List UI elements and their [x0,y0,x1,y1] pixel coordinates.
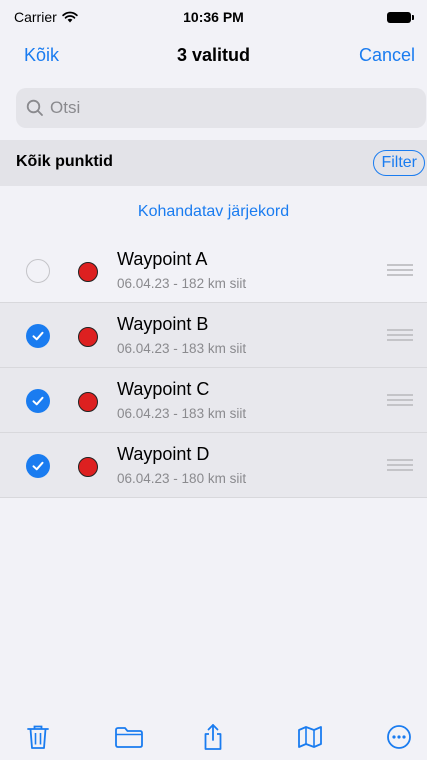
share-icon [204,724,222,750]
list-item[interactable]: Waypoint C 06.04.23 - 183 km siit [0,368,427,433]
search-icon [26,99,43,116]
show-on-map-button[interactable] [295,722,325,752]
more-button[interactable] [384,722,414,752]
waypoint-color-dot [78,262,98,282]
waypoint-subtitle: 06.04.23 - 183 km siit [117,341,247,356]
waypoint-subtitle: 06.04.23 - 182 km siit [117,276,247,291]
waypoint-name: Waypoint A [117,249,208,269]
drag-handle-icon[interactable] [387,329,413,341]
selection-circle-icon[interactable] [26,259,50,283]
waypoint-list: Waypoint A 06.04.23 - 182 km siit Waypoi… [0,238,427,498]
list-item[interactable]: Waypoint D 06.04.23 - 180 km siit [0,433,427,498]
waypoint-name: Waypoint B [117,314,209,334]
map-icon [298,726,322,748]
folder-icon [115,727,143,748]
move-to-folder-button[interactable] [114,722,144,752]
drag-handle-icon[interactable] [387,394,413,406]
more-icon [387,725,411,749]
search-input[interactable] [50,98,410,118]
nav-bar: Kõik 3 valitud Cancel [0,40,427,76]
status-bar: Carrier 10:36 PM [0,0,427,40]
share-button[interactable] [198,722,228,752]
waypoint-color-dot [78,327,98,347]
waypoint-name: Waypoint C [117,379,210,399]
section-title: Kõik punktid [16,153,113,170]
trash-icon [27,725,49,749]
battery-icon [387,12,414,23]
checkmark-circle-icon[interactable] [26,454,50,478]
drag-handle-icon[interactable] [387,264,413,276]
checkmark-circle-icon[interactable] [26,324,50,348]
waypoint-name: Waypoint D [117,444,210,464]
filter-button[interactable]: Filter [373,150,425,176]
waypoint-subtitle: 06.04.23 - 183 km siit [117,406,247,421]
section-header: Kõik punktid Filter [0,140,427,186]
checkmark-circle-icon[interactable] [26,389,50,413]
sort-order-link[interactable]: Kohandatav järjekord [0,203,427,221]
list-item[interactable]: Waypoint B 06.04.23 - 183 km siit [0,303,427,368]
delete-button[interactable] [23,722,53,752]
status-time: 10:36 PM [183,9,244,25]
cancel-button[interactable]: Cancel [359,45,415,66]
list-item[interactable]: Waypoint A 06.04.23 - 182 km siit [0,238,427,303]
search-bar[interactable] [16,88,426,128]
waypoint-color-dot [78,392,98,412]
waypoint-subtitle: 06.04.23 - 180 km siit [117,471,247,486]
waypoint-color-dot [78,457,98,477]
drag-handle-icon[interactable] [387,459,413,471]
bottom-toolbar [0,718,427,760]
